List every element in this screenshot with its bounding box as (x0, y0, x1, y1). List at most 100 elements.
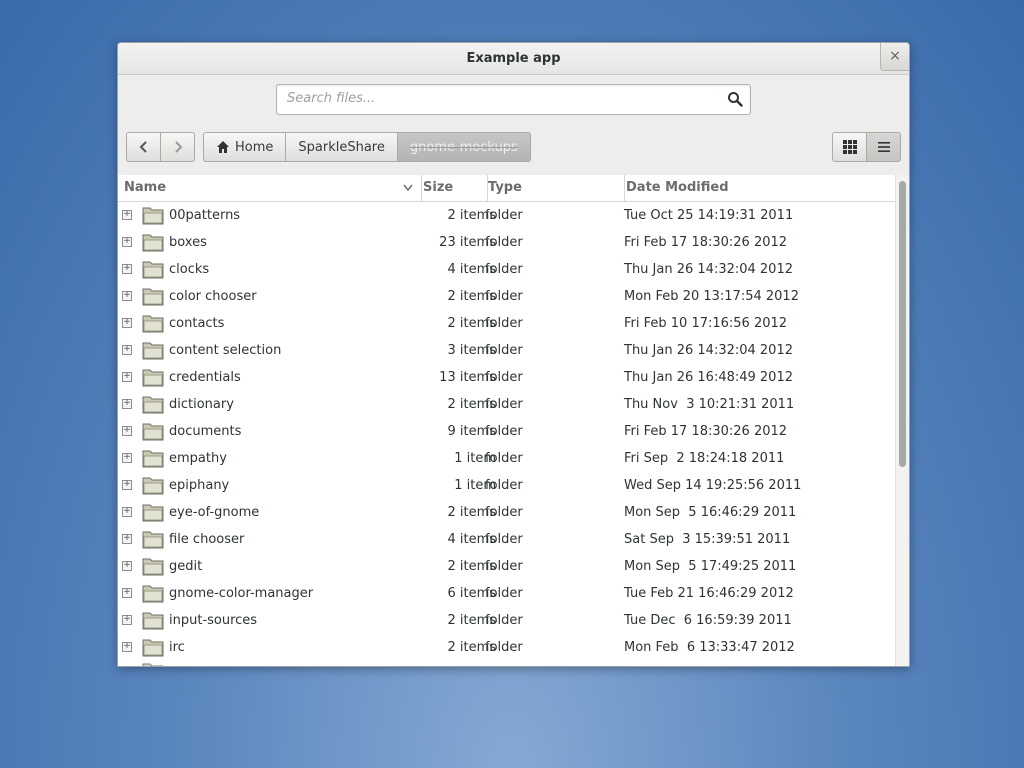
expand-icon[interactable]: + (122, 264, 132, 274)
table-row[interactable]: + gnome-color-manager 6 items folder Tue Feb… (118, 580, 896, 607)
file-type: folder (485, 316, 523, 331)
table-row[interactable]: + boxes 23 items folder Fri Feb 17 18:30:26 … (118, 229, 896, 256)
expand-icon[interactable]: + (122, 588, 132, 598)
table-row[interactable]: + empathy 1 item folder Fri Sep 2 18:24:18 2… (118, 445, 896, 472)
file-date-modified: Fri Feb 17 18:30:26 2012 (624, 424, 788, 439)
expand-icon[interactable]: + (122, 561, 132, 571)
folder-icon (142, 585, 164, 603)
file-date-modified: Fri Feb 17 18:30:26 2012 (624, 235, 788, 250)
table-row[interactable]: + credentials 13 items folder Thu Jan 26 16:… (118, 364, 896, 391)
folder-icon (142, 234, 164, 252)
expand-icon[interactable]: + (122, 372, 132, 382)
window-title: Example app (466, 51, 561, 66)
file-type: folder (485, 478, 523, 493)
close-button[interactable]: × (880, 43, 909, 71)
file-type: folder (485, 505, 523, 520)
back-button[interactable] (126, 132, 161, 162)
column-header-date[interactable]: Date Modified (620, 175, 896, 201)
expand-icon[interactable]: + (122, 453, 132, 463)
expand-icon[interactable]: + (122, 399, 132, 409)
table-row[interactable]: + epiphany 1 item folder Wed Sep 14 19:25:56… (118, 472, 896, 499)
file-name: irc (169, 640, 185, 655)
folder-icon (142, 261, 164, 279)
table-row[interactable]: + eye-of-gnome 2 items folder Mon Sep 5 16:4… (118, 499, 896, 526)
table-row[interactable]: + clocks 4 items folder Thu Jan 26 14:32:04 … (118, 256, 896, 283)
file-type: folder (485, 613, 523, 628)
table-row[interactable]: +00patterns 2 items folder Tue Oct 25 14:19… (118, 202, 896, 229)
scrollbar-thumb[interactable] (899, 181, 906, 467)
file-name: eye-of-gnome (169, 505, 260, 520)
expand-icon[interactable]: + (122, 507, 132, 517)
folder-icon (142, 288, 164, 306)
file-type: folder (485, 262, 523, 277)
table-row[interactable]: + file chooser 4 items folder Sat Sep 3 15:3… (118, 526, 896, 553)
navigation-buttons (126, 132, 195, 162)
search-input[interactable] (277, 85, 717, 112)
table-row[interactable]: + input-sources 2 items folder Tue Dec 6 16:… (118, 607, 896, 634)
expand-icon[interactable]: + (122, 210, 132, 220)
search-box[interactable] (276, 84, 751, 115)
file-name: credentials (169, 370, 241, 385)
column-header-type[interactable]: Type (482, 175, 625, 201)
expand-icon[interactable]: + (122, 318, 132, 328)
folder-icon (142, 531, 164, 549)
breadcrumb-home[interactable]: Home (203, 132, 287, 162)
file-name: contacts (169, 316, 225, 331)
file-name: epiphany (169, 478, 230, 493)
search-icon[interactable] (727, 91, 743, 107)
table-row[interactable]: + documents 9 items folder Fri Feb 17 18:30:… (118, 418, 896, 445)
breadcrumb-sparkleshare[interactable]: SparkleShare (286, 132, 398, 162)
breadcrumb: Home SparkleShare gnome-mockups (203, 132, 531, 162)
file-name: input-sources (169, 613, 258, 628)
file-name: empathy (169, 451, 227, 466)
folder-icon (142, 342, 164, 360)
table-row[interactable]: + gedit 2 items folder Mon Sep 5 17:49:25 20… (118, 553, 896, 580)
vertical-scrollbar[interactable] (895, 175, 909, 666)
folder-icon (142, 396, 164, 414)
column-header-name[interactable]: Name (118, 175, 422, 201)
table-row[interactable]: + color chooser 2 items folder Mon Feb 20 13… (118, 283, 896, 310)
grid-view-button[interactable] (832, 132, 867, 162)
expand-icon[interactable]: + (122, 291, 132, 301)
file-name: boxes (169, 235, 207, 250)
table-row[interactable]: + content selection 3 items folder Thu Jan 2… (118, 337, 896, 364)
file-date-modified: Fri Sep 2 18:24:18 2011 (624, 451, 785, 466)
expand-icon[interactable]: + (122, 642, 132, 652)
expand-icon[interactable]: + (122, 426, 132, 436)
list-view-button[interactable] (867, 132, 901, 162)
file-name: gnome-color-manager (169, 586, 314, 601)
file-date-modified: Sat Sep 3 15:39:51 2011 (624, 532, 791, 547)
folder-icon (142, 423, 164, 441)
file-date-modified: Thu Jan 26 16:48:49 2012 (624, 370, 793, 385)
column-header-label: Name (124, 180, 167, 195)
column-header-size[interactable]: Size (416, 175, 488, 201)
table-row[interactable]: + irc 2 items folder Mon Feb 6 13:33:47 2012 (118, 634, 896, 661)
file-date-modified: Thu Jan 26 14:32:04 2012 (624, 262, 793, 277)
file-name: documents (169, 424, 242, 439)
chevron-right-icon (174, 141, 182, 153)
file-type: folder (485, 397, 523, 412)
file-date-modified: Tue Feb 21 16:46:29 2012 (624, 586, 794, 601)
app-window: Example app × Home (117, 42, 910, 667)
file-date-modified: Mon Sep 5 17:49:25 2011 (624, 559, 797, 574)
table-row[interactable]: + dictionary 2 items folder Thu Nov 3 10:21:… (118, 391, 896, 418)
expand-icon[interactable]: + (122, 237, 132, 247)
expand-icon[interactable]: + (122, 615, 132, 625)
file-name: content selection (169, 343, 282, 358)
title-bar[interactable]: Example app × (118, 43, 909, 75)
expand-icon[interactable]: + (122, 534, 132, 544)
file-date-modified: Tue Dec 6 16:59:39 2011 (624, 613, 792, 628)
expand-icon[interactable]: + (122, 345, 132, 355)
file-type: folder (485, 640, 523, 655)
forward-button[interactable] (161, 132, 195, 162)
expand-icon[interactable]: + (122, 480, 132, 490)
breadcrumb-gnome-mockups[interactable]: gnome-mockups (397, 132, 531, 162)
file-date-modified: Tue Oct 25 14:19:31 2011 (624, 208, 794, 223)
file-name: file chooser (169, 532, 245, 547)
file-type: folder (485, 289, 523, 304)
file-name: gedit (169, 559, 203, 574)
view-switcher (832, 132, 901, 162)
file-date-modified: Fri Feb 10 17:16:56 2012 (624, 316, 788, 331)
table-row[interactable]: + contacts 2 items folder Fri Feb 10 17:16:5… (118, 310, 896, 337)
file-type: folder (485, 424, 523, 439)
